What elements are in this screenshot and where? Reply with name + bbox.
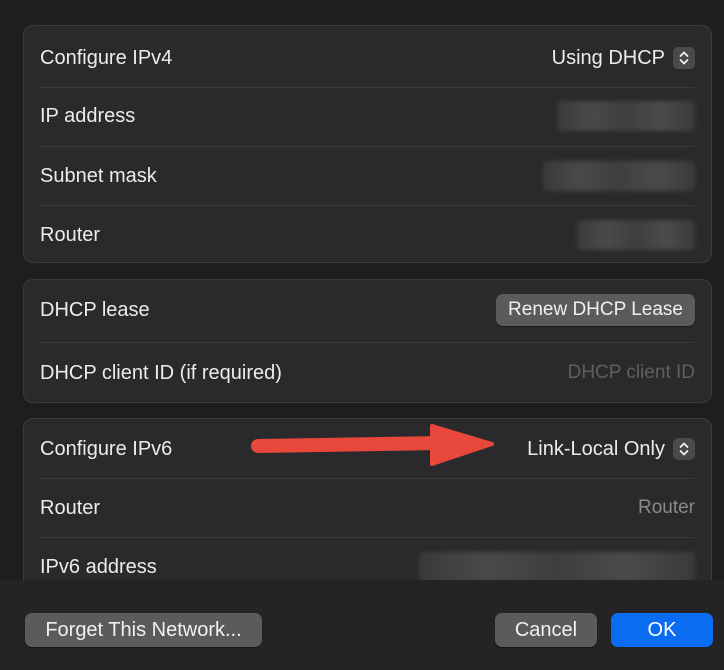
ipv6-router-row: Router Router bbox=[24, 478, 711, 538]
configure-ipv6-row: Configure IPv6 Link-Local Only bbox=[24, 419, 711, 479]
subnet-mask-value-redacted bbox=[543, 161, 695, 191]
ipv6-router-field[interactable]: Router bbox=[638, 497, 695, 519]
ipv6-address-label: IPv6 address bbox=[40, 555, 157, 578]
configure-ipv4-row: Configure IPv4 Using DHCP bbox=[24, 28, 711, 88]
cancel-button[interactable]: Cancel bbox=[495, 613, 597, 647]
subnet-mask-row: Subnet mask bbox=[24, 146, 711, 206]
subnet-mask-label: Subnet mask bbox=[40, 164, 157, 187]
configure-ipv6-value: Link-Local Only bbox=[527, 437, 665, 460]
configure-ipv4-value: Using DHCP bbox=[551, 46, 665, 69]
ipv6-address-value-redacted bbox=[419, 552, 695, 580]
ok-button[interactable]: OK bbox=[611, 613, 713, 647]
ipv4-group: Configure IPv4 Using DHCP IP address Sub… bbox=[23, 25, 712, 263]
router-value-redacted bbox=[577, 220, 695, 250]
forget-network-button[interactable]: Forget This Network... bbox=[25, 613, 262, 647]
chevron-up-down-icon bbox=[673, 438, 695, 460]
ipv6-router-label: Router bbox=[40, 496, 101, 519]
chevron-up-down-icon bbox=[673, 47, 695, 69]
dialog-footer: Forget This Network... Cancel OK bbox=[0, 580, 724, 670]
dhcp-lease-label: DHCP lease bbox=[40, 298, 150, 321]
renew-dhcp-lease-button[interactable]: Renew DHCP Lease bbox=[496, 294, 695, 326]
ip-address-row: IP address bbox=[24, 86, 711, 146]
dhcp-client-id-field[interactable]: DHCP client ID bbox=[568, 362, 695, 384]
ipv6-group: Configure IPv6 Link-Local Only Router Ro… bbox=[23, 418, 712, 580]
router-row: Router bbox=[24, 205, 711, 265]
dhcp-lease-row: DHCP lease Renew DHCP Lease bbox=[24, 280, 711, 340]
settings-scroll-area[interactable]: Configure IPv4 Using DHCP IP address Sub… bbox=[0, 0, 724, 580]
dhcp-client-id-row: DHCP client ID (if required) DHCP client… bbox=[24, 343, 711, 403]
configure-ipv6-popup[interactable]: Link-Local Only bbox=[527, 438, 695, 461]
ip-address-value-redacted bbox=[557, 101, 695, 131]
configure-ipv6-label: Configure IPv6 bbox=[40, 437, 173, 460]
dhcp-client-id-label: DHCP client ID (if required) bbox=[40, 361, 282, 384]
router-label: Router bbox=[40, 223, 101, 246]
dhcp-group: DHCP lease Renew DHCP Lease DHCP client … bbox=[23, 279, 712, 403]
ipv6-address-row: IPv6 address bbox=[24, 537, 711, 580]
ip-address-label: IP address bbox=[40, 104, 136, 127]
configure-ipv4-label: Configure IPv4 bbox=[40, 46, 173, 69]
configure-ipv4-popup[interactable]: Using DHCP bbox=[552, 47, 695, 70]
